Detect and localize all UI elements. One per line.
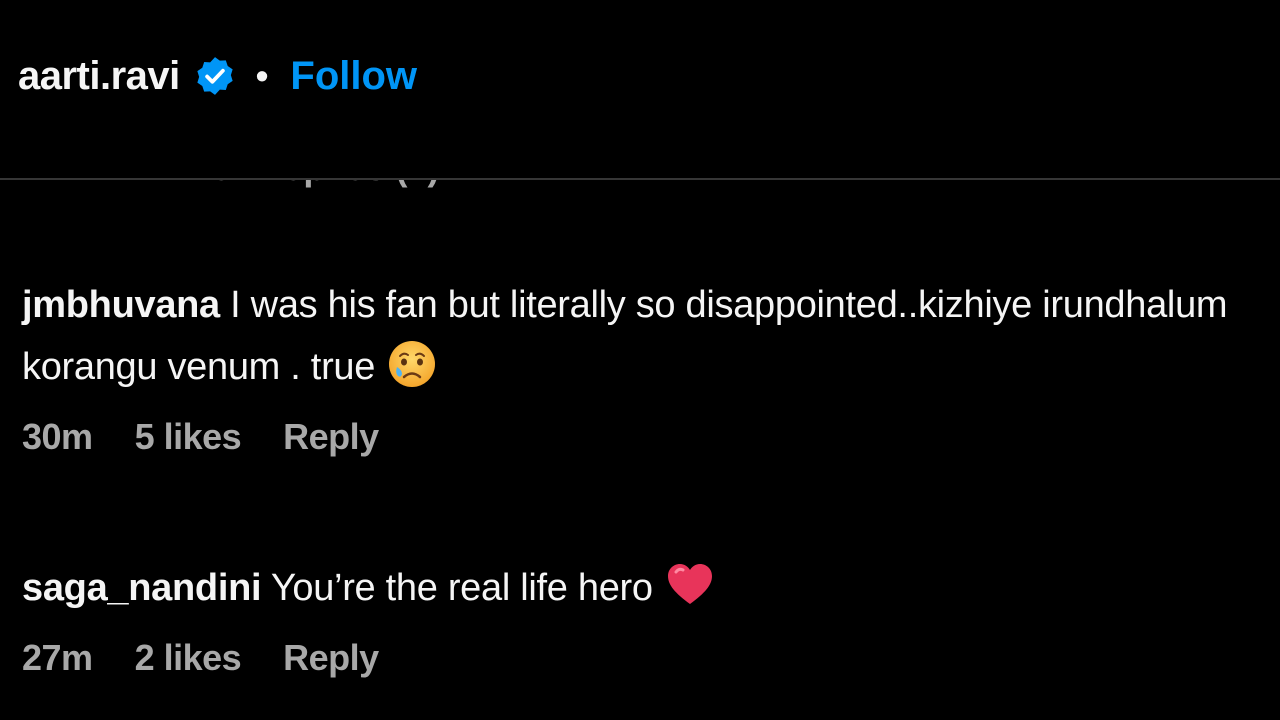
comment-meta: 30m 5 likes Reply bbox=[22, 416, 1272, 458]
verified-badge-icon bbox=[194, 55, 236, 97]
comment-body: saga_nandini You’re the real life hero bbox=[22, 557, 1272, 619]
follow-button[interactable]: Follow bbox=[290, 54, 417, 99]
comment-likes[interactable]: 2 likes bbox=[135, 637, 242, 679]
reply-button[interactable]: Reply bbox=[283, 416, 379, 458]
comment-timestamp: 30m bbox=[22, 416, 93, 457]
comment-body: jmbhuvana I was his fan but literally so… bbox=[22, 274, 1272, 398]
comment-meta: 27m 2 likes Reply bbox=[22, 637, 1272, 679]
author-username[interactable]: aarti.ravi bbox=[18, 54, 180, 99]
red-heart-icon bbox=[665, 560, 715, 610]
crying-face-icon bbox=[387, 339, 437, 389]
comment-likes[interactable]: 5 likes bbox=[135, 416, 242, 458]
post-header: aarti.ravi • Follow bbox=[0, 0, 1280, 178]
comment-item: jmbhuvana I was his fan but literally so… bbox=[22, 274, 1272, 458]
comment-username[interactable]: saga_nandini bbox=[22, 567, 262, 609]
comment-timestamp: 27m bbox=[22, 637, 93, 678]
comment-item: saga_nandini You’re the real life hero 2… bbox=[22, 557, 1272, 679]
header-divider bbox=[0, 178, 1280, 180]
comment-text: You’re the real life hero bbox=[270, 567, 653, 609]
reply-button[interactable]: Reply bbox=[283, 637, 379, 679]
header-row: aarti.ravi • Follow bbox=[18, 50, 417, 102]
comment-username[interactable]: jmbhuvana bbox=[22, 284, 220, 326]
header-separator: • bbox=[255, 55, 269, 96]
